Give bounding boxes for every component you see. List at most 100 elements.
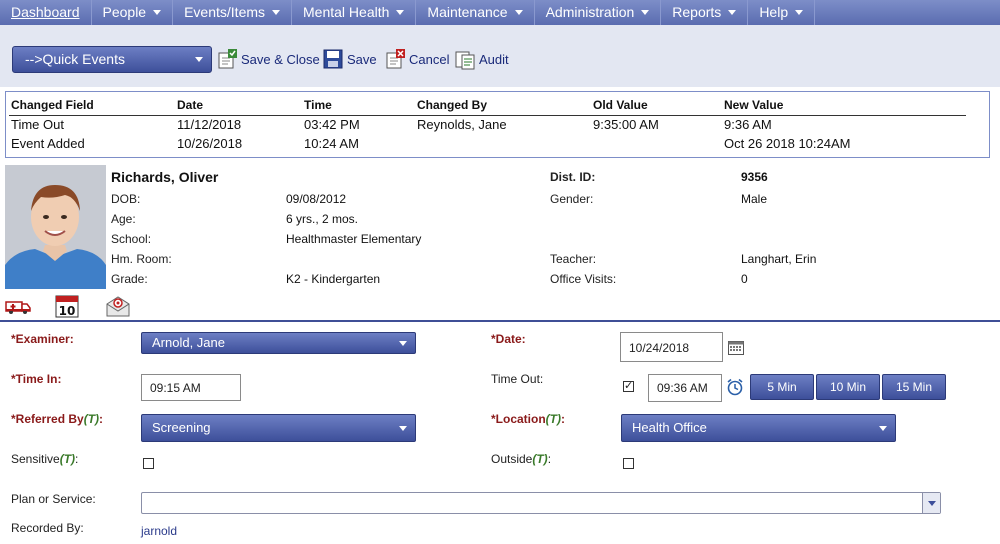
ambulance-icon[interactable]	[5, 294, 31, 318]
office-visits-value: 0	[741, 272, 748, 286]
referred-by-value: Screening	[152, 420, 211, 435]
referred-by-label: *Referred By(T):	[11, 412, 103, 426]
add-10-min-button[interactable]: 10 Min	[816, 374, 880, 400]
nav-people[interactable]: People	[92, 0, 174, 25]
audit-label: Audit	[479, 51, 509, 67]
label-colon: :	[561, 412, 565, 426]
chevron-down-icon	[399, 341, 407, 346]
examiner-label: *Examiner:	[11, 332, 74, 346]
calendar-icon[interactable]: 10	[55, 294, 79, 318]
nav-administration-label: Administration	[545, 4, 635, 20]
add-5-min-button[interactable]: 5 Min	[750, 374, 814, 400]
table-cell	[591, 134, 722, 153]
plan-service-select[interactable]	[141, 492, 941, 514]
sensitive-label: Sensitive(T):	[11, 452, 78, 466]
floppy-disk-icon	[322, 48, 344, 70]
quick-events-label: -->Quick Events	[25, 51, 125, 67]
chevron-down-icon	[728, 10, 737, 15]
school-label: School:	[111, 232, 152, 246]
teacher-value: Langhart, Erin	[741, 252, 817, 266]
examiner-select[interactable]: Arnold, Jane	[141, 332, 416, 354]
nav-administration[interactable]: Administration	[535, 0, 662, 25]
chevron-down-icon	[195, 57, 203, 62]
table-cell: 9:35:00 AM	[593, 117, 659, 133]
chevron-down-icon	[399, 426, 407, 431]
translatable-marker: (T)	[545, 412, 561, 426]
cancel-label: Cancel	[409, 51, 450, 67]
nav-help[interactable]: Help	[748, 0, 816, 25]
student-photo	[5, 165, 106, 289]
nav-maintenance-label: Maintenance	[427, 4, 508, 20]
cancel-button[interactable]: Cancel	[384, 46, 449, 72]
dob-value: 09/08/2012	[286, 192, 347, 206]
table-row: Time Out 11/12/2018 03:42 PM Reynolds, J…	[9, 115, 966, 134]
location-select[interactable]: Health Office	[621, 414, 896, 442]
audit-icon	[454, 48, 476, 70]
time-out-field[interactable]: 09:36 AM	[648, 374, 722, 402]
nav-events-items-label: Events/Items	[184, 4, 266, 20]
table-cell	[415, 134, 591, 153]
chevron-down-icon	[514, 10, 523, 15]
nav-maintenance[interactable]: Maintenance	[416, 0, 535, 25]
column-header: Old Value	[591, 95, 722, 116]
chevron-down-icon	[396, 10, 405, 15]
dist-id-value: 9356	[741, 170, 768, 184]
outside-checkbox[interactable]	[623, 458, 634, 469]
sensitive-checkbox[interactable]	[143, 458, 154, 469]
time-in-field[interactable]: 09:15 AM	[141, 374, 241, 401]
table-cell: 10:24 AM	[304, 136, 359, 151]
date-label: *Date:	[491, 332, 526, 346]
translatable-marker: (T)	[532, 452, 548, 466]
recorded-by-label: Recorded By:	[11, 521, 84, 535]
referred-by-select[interactable]: Screening	[141, 414, 416, 442]
dob-label: DOB:	[111, 192, 141, 206]
table-cell: Time Out	[11, 117, 64, 133]
examiner-value: Arnold, Jane	[152, 335, 225, 350]
table-cell: 10/26/2018	[177, 136, 243, 151]
nav-dashboard[interactable]: Dashboard	[0, 0, 92, 25]
chevron-down-icon[interactable]	[922, 493, 940, 513]
age-value: 6 yrs., 2 mos.	[286, 212, 359, 226]
save-button[interactable]: Save	[322, 46, 377, 72]
grade-label: Grade:	[111, 272, 148, 286]
nav-reports[interactable]: Reports	[661, 0, 749, 25]
age-label: Age:	[111, 212, 136, 226]
plan-service-label: Plan or Service:	[11, 492, 96, 506]
nav-reports-label: Reports	[672, 4, 722, 20]
recorded-by-value: jarnold	[141, 524, 178, 538]
nav-mental-health[interactable]: Mental Health	[292, 0, 417, 25]
table-cell: Oct 26 2018 10:24AM	[724, 136, 851, 151]
column-header: New Value	[722, 95, 966, 116]
location-value: Health Office	[632, 420, 707, 435]
toolbar: -->Quick Events Save & Close Save Cancel…	[0, 25, 1000, 87]
chevron-down-icon	[641, 10, 650, 15]
school-value: Healthmaster Elementary	[286, 232, 422, 246]
save-close-button[interactable]: Save & Close	[216, 46, 320, 72]
column-header: Time	[302, 95, 415, 116]
nav-mental-health-label: Mental Health	[303, 4, 390, 20]
add-15-min-button[interactable]: 15 Min	[882, 374, 946, 400]
nav-dashboard-label: Dashboard	[11, 4, 80, 20]
audit-button[interactable]: Audit	[454, 46, 509, 72]
table-cell: Event Added	[11, 136, 85, 151]
save-close-icon	[216, 48, 238, 70]
alarm-clock-icon[interactable]	[726, 378, 744, 396]
calendar-day: 10	[59, 304, 76, 318]
time-out-checkbox[interactable]	[623, 379, 634, 392]
column-header: Changed Field	[9, 95, 175, 116]
save-label: Save	[347, 51, 377, 67]
homeroom-label: Hm. Room:	[111, 252, 172, 266]
calendar-picker-icon[interactable]	[728, 340, 744, 355]
table-cell: 11/12/2018	[177, 117, 242, 133]
table-cell: Reynolds, Jane	[417, 117, 507, 133]
quick-events-dropdown[interactable]: -->Quick Events	[12, 46, 212, 73]
nav-events-items[interactable]: Events/Items	[173, 0, 293, 25]
email-icon[interactable]	[105, 294, 131, 318]
label-colon: :	[75, 452, 79, 466]
outside-label: Outside(T):	[491, 452, 551, 466]
translatable-marker: (T)	[83, 412, 100, 426]
label-colon: :	[547, 452, 552, 466]
sensitive-label-text: Sensitive	[11, 452, 60, 466]
nav-people-label: People	[102, 4, 147, 20]
date-field[interactable]: 10/24/2018	[620, 332, 723, 362]
